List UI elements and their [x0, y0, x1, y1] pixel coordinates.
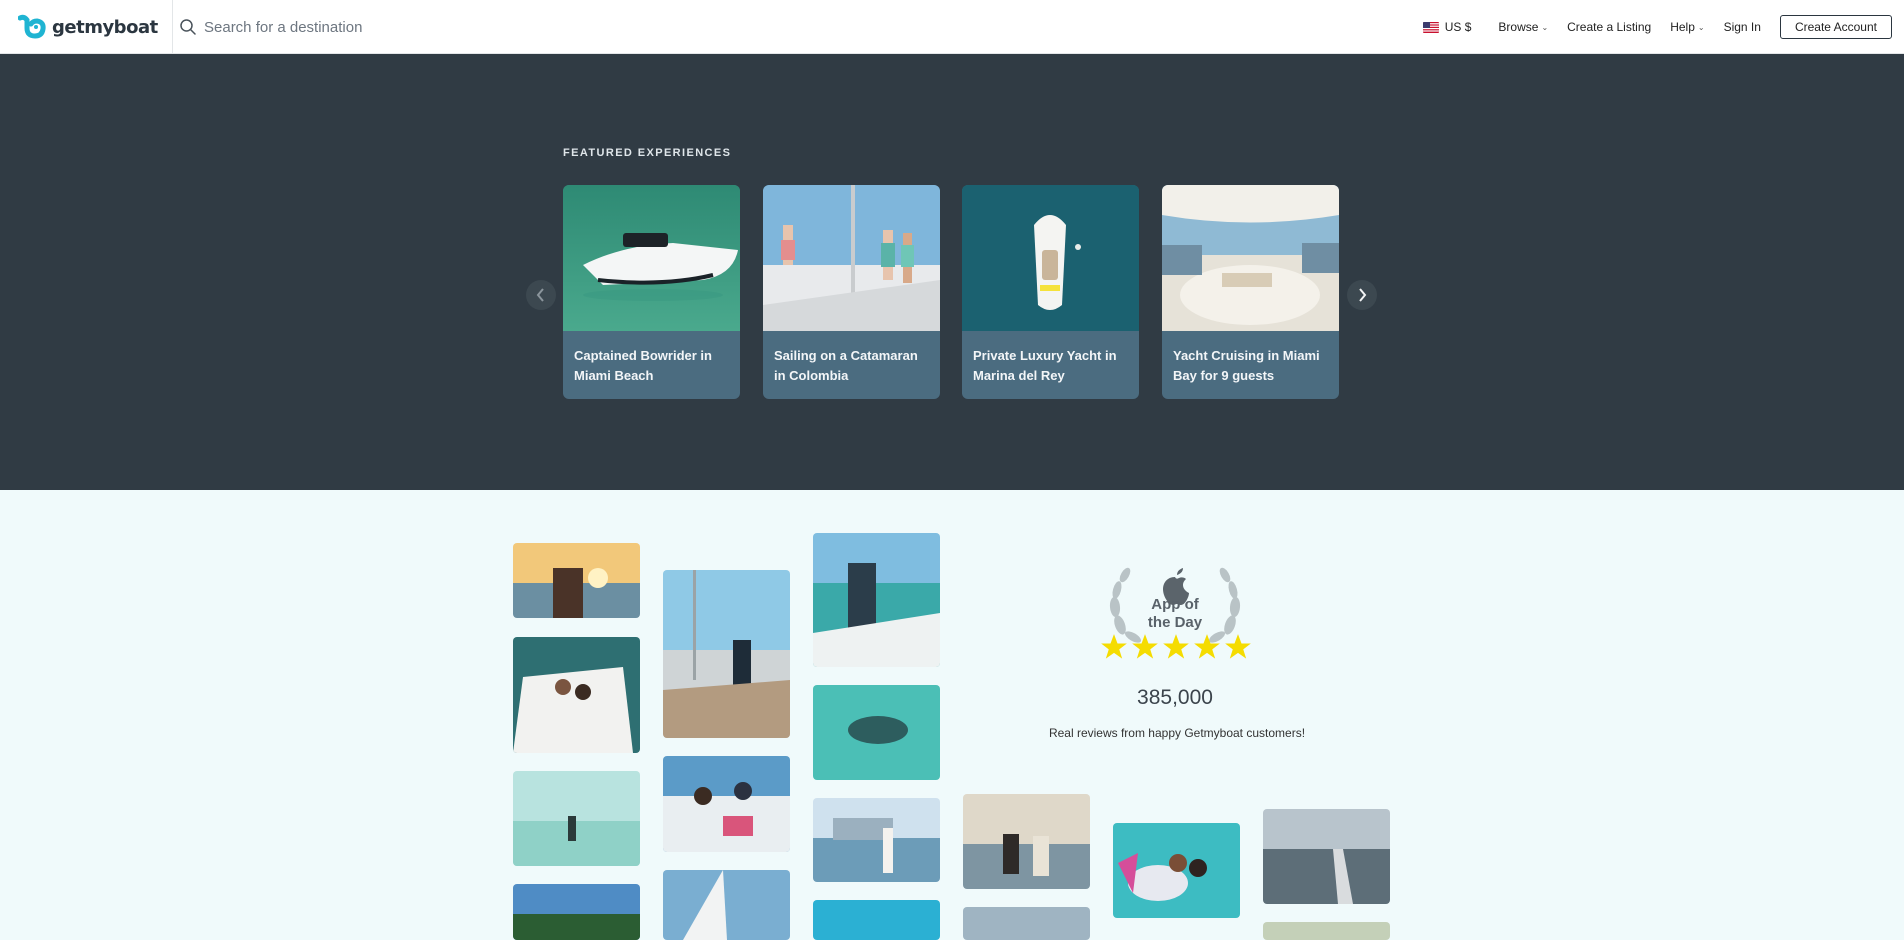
- customer-photo: [513, 771, 640, 866]
- star-icon: [1132, 634, 1158, 659]
- star-icon: [1194, 634, 1220, 659]
- create-listing-label: Create a Listing: [1567, 20, 1652, 34]
- star-icon: [1225, 634, 1251, 659]
- reviews-caption: Real reviews from happy Getmyboat custom…: [1048, 726, 1306, 740]
- carousel-next-button[interactable]: [1347, 280, 1377, 310]
- customer-photo: [813, 900, 940, 940]
- rating-stars: [1100, 633, 1252, 663]
- logo-text: getmyboat: [52, 16, 158, 38]
- customer-photo: [813, 798, 940, 882]
- experience-card[interactable]: Yacht Cruising in Miami Bay for 9 guests: [1162, 185, 1339, 399]
- card-title: Captained Bowrider in Miami Beach: [574, 348, 712, 383]
- search-icon: [180, 19, 196, 35]
- card-photo-yacht-deck: [1162, 185, 1339, 331]
- card-photo-catamaran: [763, 185, 940, 331]
- search-input[interactable]: [204, 18, 624, 36]
- award-line-2: the Day: [1147, 614, 1203, 631]
- customer-photo: [513, 884, 640, 940]
- experience-card[interactable]: Private Luxury Yacht in Marina del Rey: [962, 185, 1139, 399]
- card-title: Yacht Cruising in Miami Bay for 9 guests: [1173, 348, 1320, 383]
- header-nav: US $ Browse ⌄ Create a Listing Help ⌄ Si…: [1404, 0, 1904, 54]
- chevron-left-icon: [536, 288, 544, 302]
- review-count: 385,000: [1137, 686, 1213, 709]
- card-photo-yacht-aerial: [962, 185, 1139, 331]
- card-title: Private Luxury Yacht in Marina del Rey: [973, 348, 1117, 383]
- getmyboat-logo[interactable]: getmyboat: [18, 12, 158, 42]
- card-photo-bowrider: [563, 185, 740, 331]
- customer-photo: [813, 533, 940, 667]
- customer-photo: [663, 756, 790, 852]
- currency-selector[interactable]: US $: [1422, 20, 1472, 34]
- customer-photo: [1263, 922, 1390, 940]
- customer-photo: [963, 907, 1090, 940]
- browse-menu[interactable]: Browse ⌄: [1498, 20, 1548, 34]
- customer-photo: [1263, 809, 1390, 904]
- star-icon: [1163, 634, 1189, 659]
- logo-mark-icon: [18, 14, 46, 39]
- customer-photo: [1113, 823, 1240, 918]
- search-bar[interactable]: [180, 12, 680, 42]
- help-menu[interactable]: Help ⌄: [1670, 20, 1704, 34]
- featured-experiences-heading: FEATURED EXPERIENCES: [563, 147, 732, 159]
- sign-in-label: Sign In: [1723, 20, 1761, 34]
- header-divider: [172, 0, 173, 54]
- browse-label: Browse: [1498, 20, 1539, 34]
- create-account-button[interactable]: Create Account: [1779, 15, 1892, 39]
- featured-experiences-section: FEATURED EXPERIENCES Captained Bowrider …: [0, 54, 1904, 490]
- customer-photo: [513, 637, 640, 753]
- carousel-prev-button[interactable]: [526, 280, 556, 310]
- chevron-right-icon: [1359, 288, 1367, 302]
- app-of-the-day-label: App of the Day: [1120, 596, 1230, 632]
- customer-photo: [963, 794, 1090, 889]
- customer-photo: [663, 870, 790, 940]
- us-flag-icon: [1422, 21, 1439, 33]
- experience-card[interactable]: Sailing on a Catamaran in Colombia: [763, 185, 940, 399]
- chevron-down-icon: ⌄: [1697, 22, 1705, 32]
- experience-card[interactable]: Captained Bowrider in Miami Beach: [563, 185, 740, 399]
- top-navigation-bar: getmyboat US $ Brows: [0, 0, 1904, 54]
- award-line-1: App of: [1151, 596, 1199, 613]
- star-icon: [1101, 634, 1127, 659]
- help-label: Help: [1670, 20, 1695, 34]
- chevron-down-icon: ⌄: [1541, 22, 1549, 32]
- customer-photo: [513, 543, 640, 618]
- create-listing-link[interactable]: Create a Listing: [1567, 20, 1651, 34]
- currency-label: US $: [1444, 20, 1472, 34]
- customer-photo: [813, 685, 940, 780]
- customer-photo: [663, 570, 790, 738]
- sign-in-link[interactable]: Sign In: [1724, 20, 1761, 34]
- card-title: Sailing on a Catamaran in Colombia: [774, 348, 918, 383]
